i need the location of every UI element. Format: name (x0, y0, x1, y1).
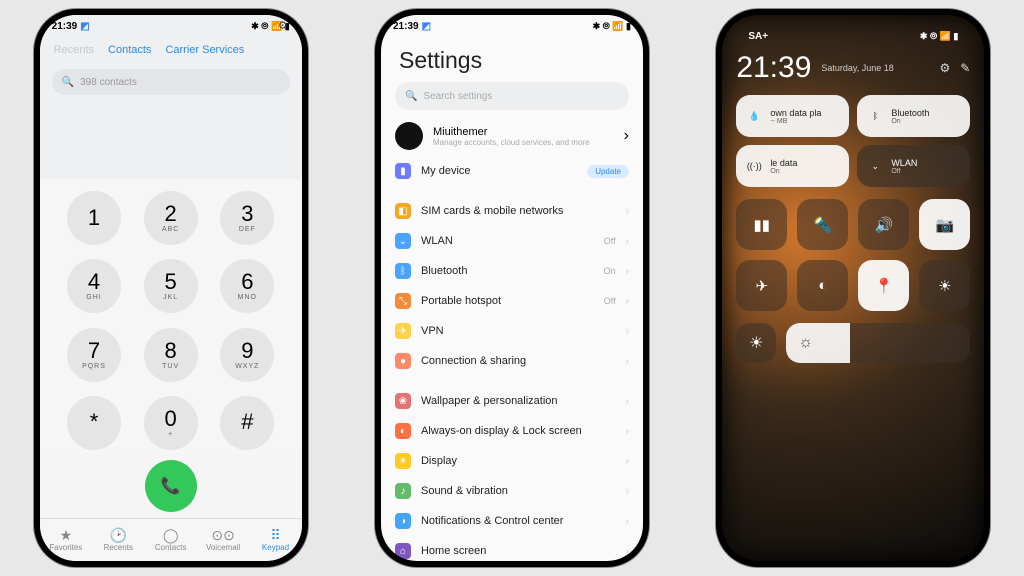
key-9[interactable]: 9WXYZ (220, 328, 274, 382)
edit-icon[interactable]: ✎ (960, 61, 970, 75)
brightness-low-icon: ☀ (736, 323, 776, 363)
account-name: Miuithemer (433, 126, 614, 138)
settings-search[interactable]: 🔍 Search settings (395, 82, 629, 110)
avatar (395, 122, 423, 150)
quick-airplane[interactable]: ✈ (736, 260, 787, 311)
tab-contacts[interactable]: Contacts (108, 44, 151, 56)
row-home-screen[interactable]: ⌂Home screen› (395, 536, 629, 561)
key-7[interactable]: 7PQRS (67, 328, 121, 382)
row-wlan[interactable]: ⌄WLANOff› (395, 226, 629, 256)
search-text: 398 contacts (80, 77, 137, 88)
page-title: Settings (381, 37, 643, 82)
key-#[interactable]: # (220, 396, 274, 450)
tile-le-data[interactable]: ((·))le dataOn (736, 145, 849, 187)
row-bluetooth[interactable]: ᛒBluetoothOn› (395, 256, 629, 286)
key-0[interactable]: 0+ (144, 396, 198, 450)
quick-vibrate[interactable]: ▮▮ (736, 199, 787, 250)
key-6[interactable]: 6MNO (220, 259, 274, 313)
row-sim-cards-mobile-networks[interactable]: ◧SIM cards & mobile networks› (395, 196, 629, 226)
key-5[interactable]: 5JKL (144, 259, 198, 313)
quick-flashlight[interactable]: 🔦 (797, 199, 848, 250)
nav-recents[interactable]: 🕑Recents (92, 519, 144, 561)
row-display[interactable]: ☀Display› (395, 446, 629, 476)
gear-icon[interactable]: ⚙ (939, 61, 950, 75)
keypad: 1 2ABC 3DEF 4GHI 5JKL 6MNO 7PQRS 8TUV 9WXYZ * 0+ # (40, 179, 302, 454)
quick-dark-mode[interactable]: ◐ (797, 260, 848, 311)
key-2[interactable]: 2ABC (144, 191, 198, 245)
status-bar: SA+ ✱ ⦾ 📶 ▮ (736, 25, 970, 47)
cc-time: 21:39 (736, 51, 811, 85)
nav-favorites[interactable]: ★Favorites (40, 519, 92, 561)
quick-camera[interactable]: 📷 (919, 199, 970, 250)
search-icon: 🔍 (405, 91, 417, 102)
search-placeholder: Search settings (423, 91, 492, 102)
status-bar: 21:39◩ ✱ ⦾ 📶 ▮ (381, 15, 643, 37)
tile-own-data-pla[interactable]: 💧own data pla-- MB (736, 95, 849, 137)
row-vpn[interactable]: ✈VPN› (395, 316, 629, 346)
nav-keypad[interactable]: ⠿Keypad (249, 519, 301, 561)
search-icon: 🔍 (62, 77, 74, 88)
row-portable-hotspot[interactable]: ⤡Portable hotspotOff› (395, 286, 629, 316)
contacts-search[interactable]: 🔍 398 contacts (52, 69, 290, 95)
quick-location[interactable]: 📍 (858, 260, 909, 311)
brightness-slider[interactable]: ☀ ☼ (736, 323, 970, 363)
quick-sound[interactable]: 🔊 (858, 199, 909, 250)
bottom-nav: ★Favorites🕑Recents◯Contacts⊙⊙Voicemail⠿K… (40, 518, 302, 561)
device-icon: ▮ (395, 163, 411, 179)
tab-carrier[interactable]: Carrier Services (165, 44, 244, 56)
chevron-right-icon: › (624, 127, 629, 145)
row-notifications-control-center[interactable]: ◑Notifications & Control center› (395, 506, 629, 536)
tab-recents[interactable]: Recents (54, 44, 94, 56)
row-connection-sharing[interactable]: ●Connection & sharing› (395, 346, 629, 376)
key-1[interactable]: 1 (67, 191, 121, 245)
account-sub: Manage accounts, cloud services, and mor… (433, 138, 614, 147)
row-my-device[interactable]: ▮ My device Update (395, 156, 629, 186)
key-4[interactable]: 4GHI (67, 259, 121, 313)
row-wallpaper-personalization[interactable]: ❀Wallpaper & personalization› (395, 386, 629, 416)
call-button[interactable]: 📞 (145, 460, 197, 512)
account-row[interactable]: Miuithemer Manage accounts, cloud servic… (395, 120, 629, 156)
key-3[interactable]: 3DEF (220, 191, 274, 245)
gear-icon[interactable]: ⚙ (278, 19, 288, 32)
key-8[interactable]: 8TUV (144, 328, 198, 382)
row-sound-vibration[interactable]: ♪Sound & vibration› (395, 476, 629, 506)
row-always-on-display-lock-screen[interactable]: ◐Always-on display & Lock screen› (395, 416, 629, 446)
tile-bluetooth[interactable]: ᛒBluetoothOn (857, 95, 970, 137)
cc-date: Saturday, June 18 (821, 63, 893, 73)
nav-voicemail[interactable]: ⊙⊙Voicemail (197, 519, 249, 561)
quick-auto-brightness[interactable]: ☀ (919, 260, 970, 311)
nav-contacts[interactable]: ◯Contacts (144, 519, 196, 561)
brightness-icon: ☼ (798, 334, 813, 352)
update-badge: Update (587, 165, 629, 178)
key-*[interactable]: * (67, 396, 121, 450)
tile-wlan[interactable]: ⌄WLANOff (857, 145, 970, 187)
status-bar: 21:39◩ ✱ ⦾ 📶 ▮ (40, 15, 302, 37)
